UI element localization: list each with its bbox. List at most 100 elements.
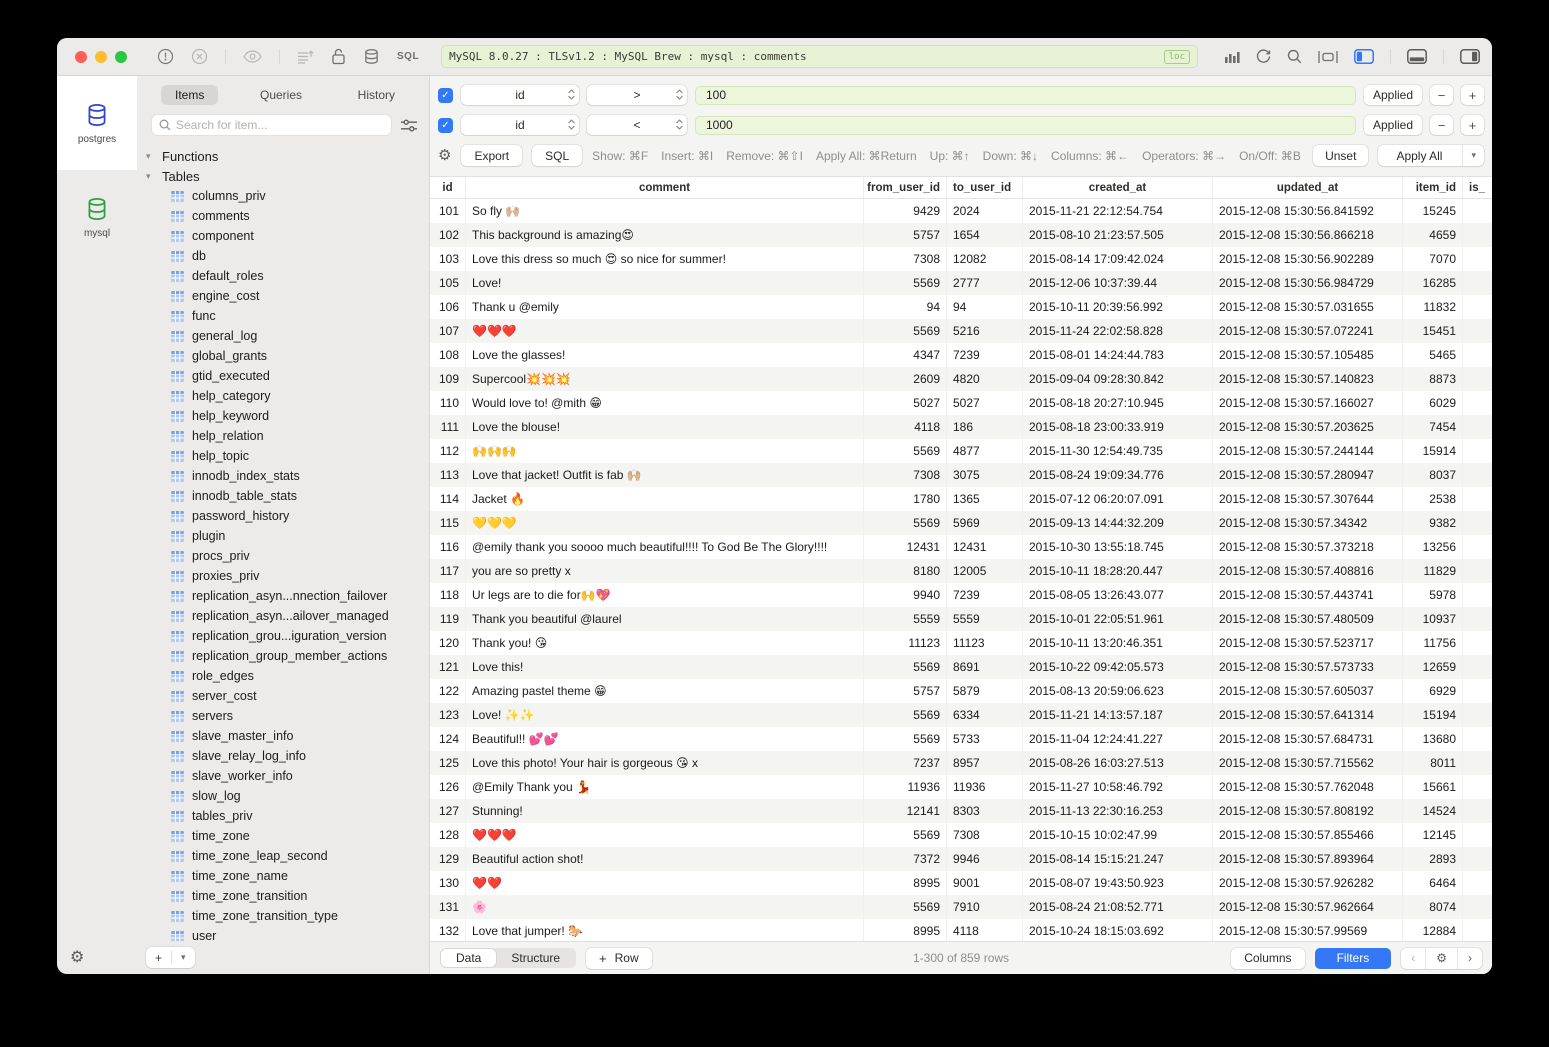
refresh-icon[interactable] bbox=[1256, 49, 1271, 64]
column-header-item_id[interactable]: item_id bbox=[1403, 177, 1463, 198]
table-cell[interactable]: 2015-08-07 19:43:50.923 bbox=[1023, 871, 1213, 895]
page-settings-gear-icon[interactable]: ⚙ bbox=[1425, 948, 1457, 969]
sidebar-table-item[interactable]: default_roles bbox=[146, 266, 429, 286]
table-row[interactable]: 131🌸556979102015-08-24 21:08:52.7712015-… bbox=[430, 895, 1492, 919]
table-cell[interactable]: 2015-08-24 19:09:34.776 bbox=[1023, 463, 1213, 487]
table-cell[interactable] bbox=[1463, 463, 1492, 487]
sidebar-table-item[interactable]: servers bbox=[146, 706, 429, 726]
table-cell[interactable]: 118 bbox=[430, 583, 466, 607]
add-item-plus-icon[interactable]: + bbox=[146, 951, 171, 965]
table-cell[interactable]: 121 bbox=[430, 655, 466, 679]
sidebar-table-item[interactable]: global_grants bbox=[146, 346, 429, 366]
sidebar-table-item[interactable]: comments bbox=[146, 206, 429, 226]
filter-operator-select[interactable]: < bbox=[587, 115, 687, 135]
table-cell[interactable]: 2015-08-18 20:27:10.945 bbox=[1023, 391, 1213, 415]
add-filter-button[interactable]: + bbox=[1461, 85, 1484, 105]
table-row[interactable]: 123Love! ✨✨556963342015-11-21 14:13:57.1… bbox=[430, 703, 1492, 727]
toggle-right-panel-icon[interactable] bbox=[1460, 49, 1480, 64]
table-cell[interactable]: 2015-12-06 10:37:39.44 bbox=[1023, 271, 1213, 295]
table-row[interactable]: 126@Emily Thank you 💃11936119362015-11-2… bbox=[430, 775, 1492, 799]
column-header-comment[interactable]: comment bbox=[466, 177, 864, 198]
table-cell[interactable]: 13256 bbox=[1403, 535, 1463, 559]
column-header-created_at[interactable]: created_at bbox=[1023, 177, 1213, 198]
table-cell[interactable]: 7308 bbox=[864, 247, 947, 271]
toggle-left-panel-icon[interactable] bbox=[1354, 49, 1374, 64]
table-cell[interactable]: 114 bbox=[430, 487, 466, 511]
table-cell[interactable]: 9429 bbox=[864, 199, 947, 223]
preview-eye-icon[interactable] bbox=[243, 50, 262, 63]
table-cell[interactable]: 2015-11-27 10:58:46.792 bbox=[1023, 775, 1213, 799]
table-cell[interactable]: 2015-12-08 15:30:57.373218 bbox=[1213, 535, 1403, 559]
table-cell[interactable]: 109 bbox=[430, 367, 466, 391]
filter-enabled-checkbox[interactable]: ✓ bbox=[438, 88, 453, 103]
table-cell[interactable]: 2015-08-14 17:09:42.024 bbox=[1023, 247, 1213, 271]
table-cell[interactable]: 7239 bbox=[947, 343, 1023, 367]
column-header-is[interactable]: is_ bbox=[1463, 177, 1492, 198]
table-cell[interactable]: 7308 bbox=[947, 823, 1023, 847]
table-row[interactable]: 128❤️❤️❤️556973082015-10-15 10:02:47.992… bbox=[430, 823, 1492, 847]
sidebar-table-item[interactable]: slow_log bbox=[146, 786, 429, 806]
table-cell[interactable]: 2024 bbox=[947, 199, 1023, 223]
table-cell[interactable]: 1780 bbox=[864, 487, 947, 511]
table-cell[interactable]: 116 bbox=[430, 535, 466, 559]
table-cell[interactable]: 2777 bbox=[947, 271, 1023, 295]
table-cell[interactable]: 5879 bbox=[947, 679, 1023, 703]
table-cell[interactable]: 12659 bbox=[1403, 655, 1463, 679]
filters-button[interactable]: Filters bbox=[1315, 948, 1392, 969]
table-cell[interactable]: 94 bbox=[864, 295, 947, 319]
table-row[interactable]: 127Stunning!1214183032015-11-13 22:30:16… bbox=[430, 799, 1492, 823]
table-cell[interactable]: Love this dress so much 😍 so nice for su… bbox=[466, 247, 864, 271]
database-icon[interactable] bbox=[363, 48, 380, 65]
table-cell[interactable]: 2015-08-26 16:03:27.513 bbox=[1023, 751, 1213, 775]
table-cell[interactable]: 7454 bbox=[1403, 415, 1463, 439]
table-cell[interactable]: 122 bbox=[430, 679, 466, 703]
filter-column-select[interactable]: id bbox=[461, 115, 579, 135]
table-cell[interactable]: 186 bbox=[947, 415, 1023, 439]
sidebar-table-item[interactable]: time_zone_name bbox=[146, 866, 429, 886]
sidebar-table-item[interactable]: replication_asyn...ailover_managed bbox=[146, 606, 429, 626]
filter-settings-gear-icon[interactable]: ⚙ bbox=[438, 148, 451, 163]
table-cell[interactable]: Beautiful action shot! bbox=[466, 847, 864, 871]
table-cell[interactable]: So fly 🙌🏼 bbox=[466, 199, 864, 223]
filter-sliders-icon[interactable] bbox=[401, 119, 417, 132]
table-cell[interactable]: 105 bbox=[430, 271, 466, 295]
table-cell[interactable]: 2015-08-10 21:23:57.505 bbox=[1023, 223, 1213, 247]
sidebar-table-item[interactable]: innodb_index_stats bbox=[146, 466, 429, 486]
table-row[interactable]: 121Love this!556986912015-10-22 09:42:05… bbox=[430, 655, 1492, 679]
table-cell[interactable]: ❤️❤️ bbox=[466, 871, 864, 895]
table-cell[interactable]: 130 bbox=[430, 871, 466, 895]
chart-icon[interactable] bbox=[1224, 50, 1240, 64]
table-cell[interactable]: 2015-08-24 21:08:52.771 bbox=[1023, 895, 1213, 919]
table-cell[interactable]: 117 bbox=[430, 559, 466, 583]
table-cell[interactable]: 108 bbox=[430, 343, 466, 367]
table-row[interactable]: 106Thank u @emily94942015-10-11 20:39:56… bbox=[430, 295, 1492, 319]
table-cell[interactable]: Stunning! bbox=[466, 799, 864, 823]
sql-editor-icon[interactable]: SQL bbox=[397, 51, 419, 62]
search-icon[interactable] bbox=[1287, 49, 1302, 64]
table-cell[interactable] bbox=[1463, 199, 1492, 223]
table-cell[interactable]: Thank you! 😘 bbox=[466, 631, 864, 655]
table-cell[interactable]: 5559 bbox=[947, 607, 1023, 631]
table-cell[interactable]: 6929 bbox=[1403, 679, 1463, 703]
tree-group-tables[interactable]: ▾ Tables bbox=[146, 166, 429, 186]
table-row[interactable]: 117you are so pretty x8180120052015-10-1… bbox=[430, 559, 1492, 583]
table-cell[interactable] bbox=[1463, 271, 1492, 295]
remove-filter-button[interactable]: − bbox=[1430, 115, 1453, 135]
table-cell[interactable]: Thank u @emily bbox=[466, 295, 864, 319]
table-cell[interactable]: 5569 bbox=[864, 727, 947, 751]
sidebar-table-item[interactable]: password_history bbox=[146, 506, 429, 526]
table-cell[interactable]: 12145 bbox=[1403, 823, 1463, 847]
sidebar-table-item[interactable]: columns_priv bbox=[146, 186, 429, 206]
table-cell[interactable] bbox=[1463, 535, 1492, 559]
table-cell[interactable]: 5757 bbox=[864, 223, 947, 247]
table-cell[interactable] bbox=[1463, 343, 1492, 367]
disconnect-icon[interactable] bbox=[191, 48, 208, 65]
table-cell[interactable] bbox=[1463, 391, 1492, 415]
table-cell[interactable] bbox=[1463, 919, 1492, 941]
table-cell[interactable]: 8074 bbox=[1403, 895, 1463, 919]
minimize-window-button[interactable] bbox=[95, 51, 107, 63]
table-cell[interactable]: 15661 bbox=[1403, 775, 1463, 799]
table-cell[interactable]: 5978 bbox=[1403, 583, 1463, 607]
table-cell[interactable]: 2015-12-08 15:30:57.408816 bbox=[1213, 559, 1403, 583]
table-cell[interactable]: 112 bbox=[430, 439, 466, 463]
